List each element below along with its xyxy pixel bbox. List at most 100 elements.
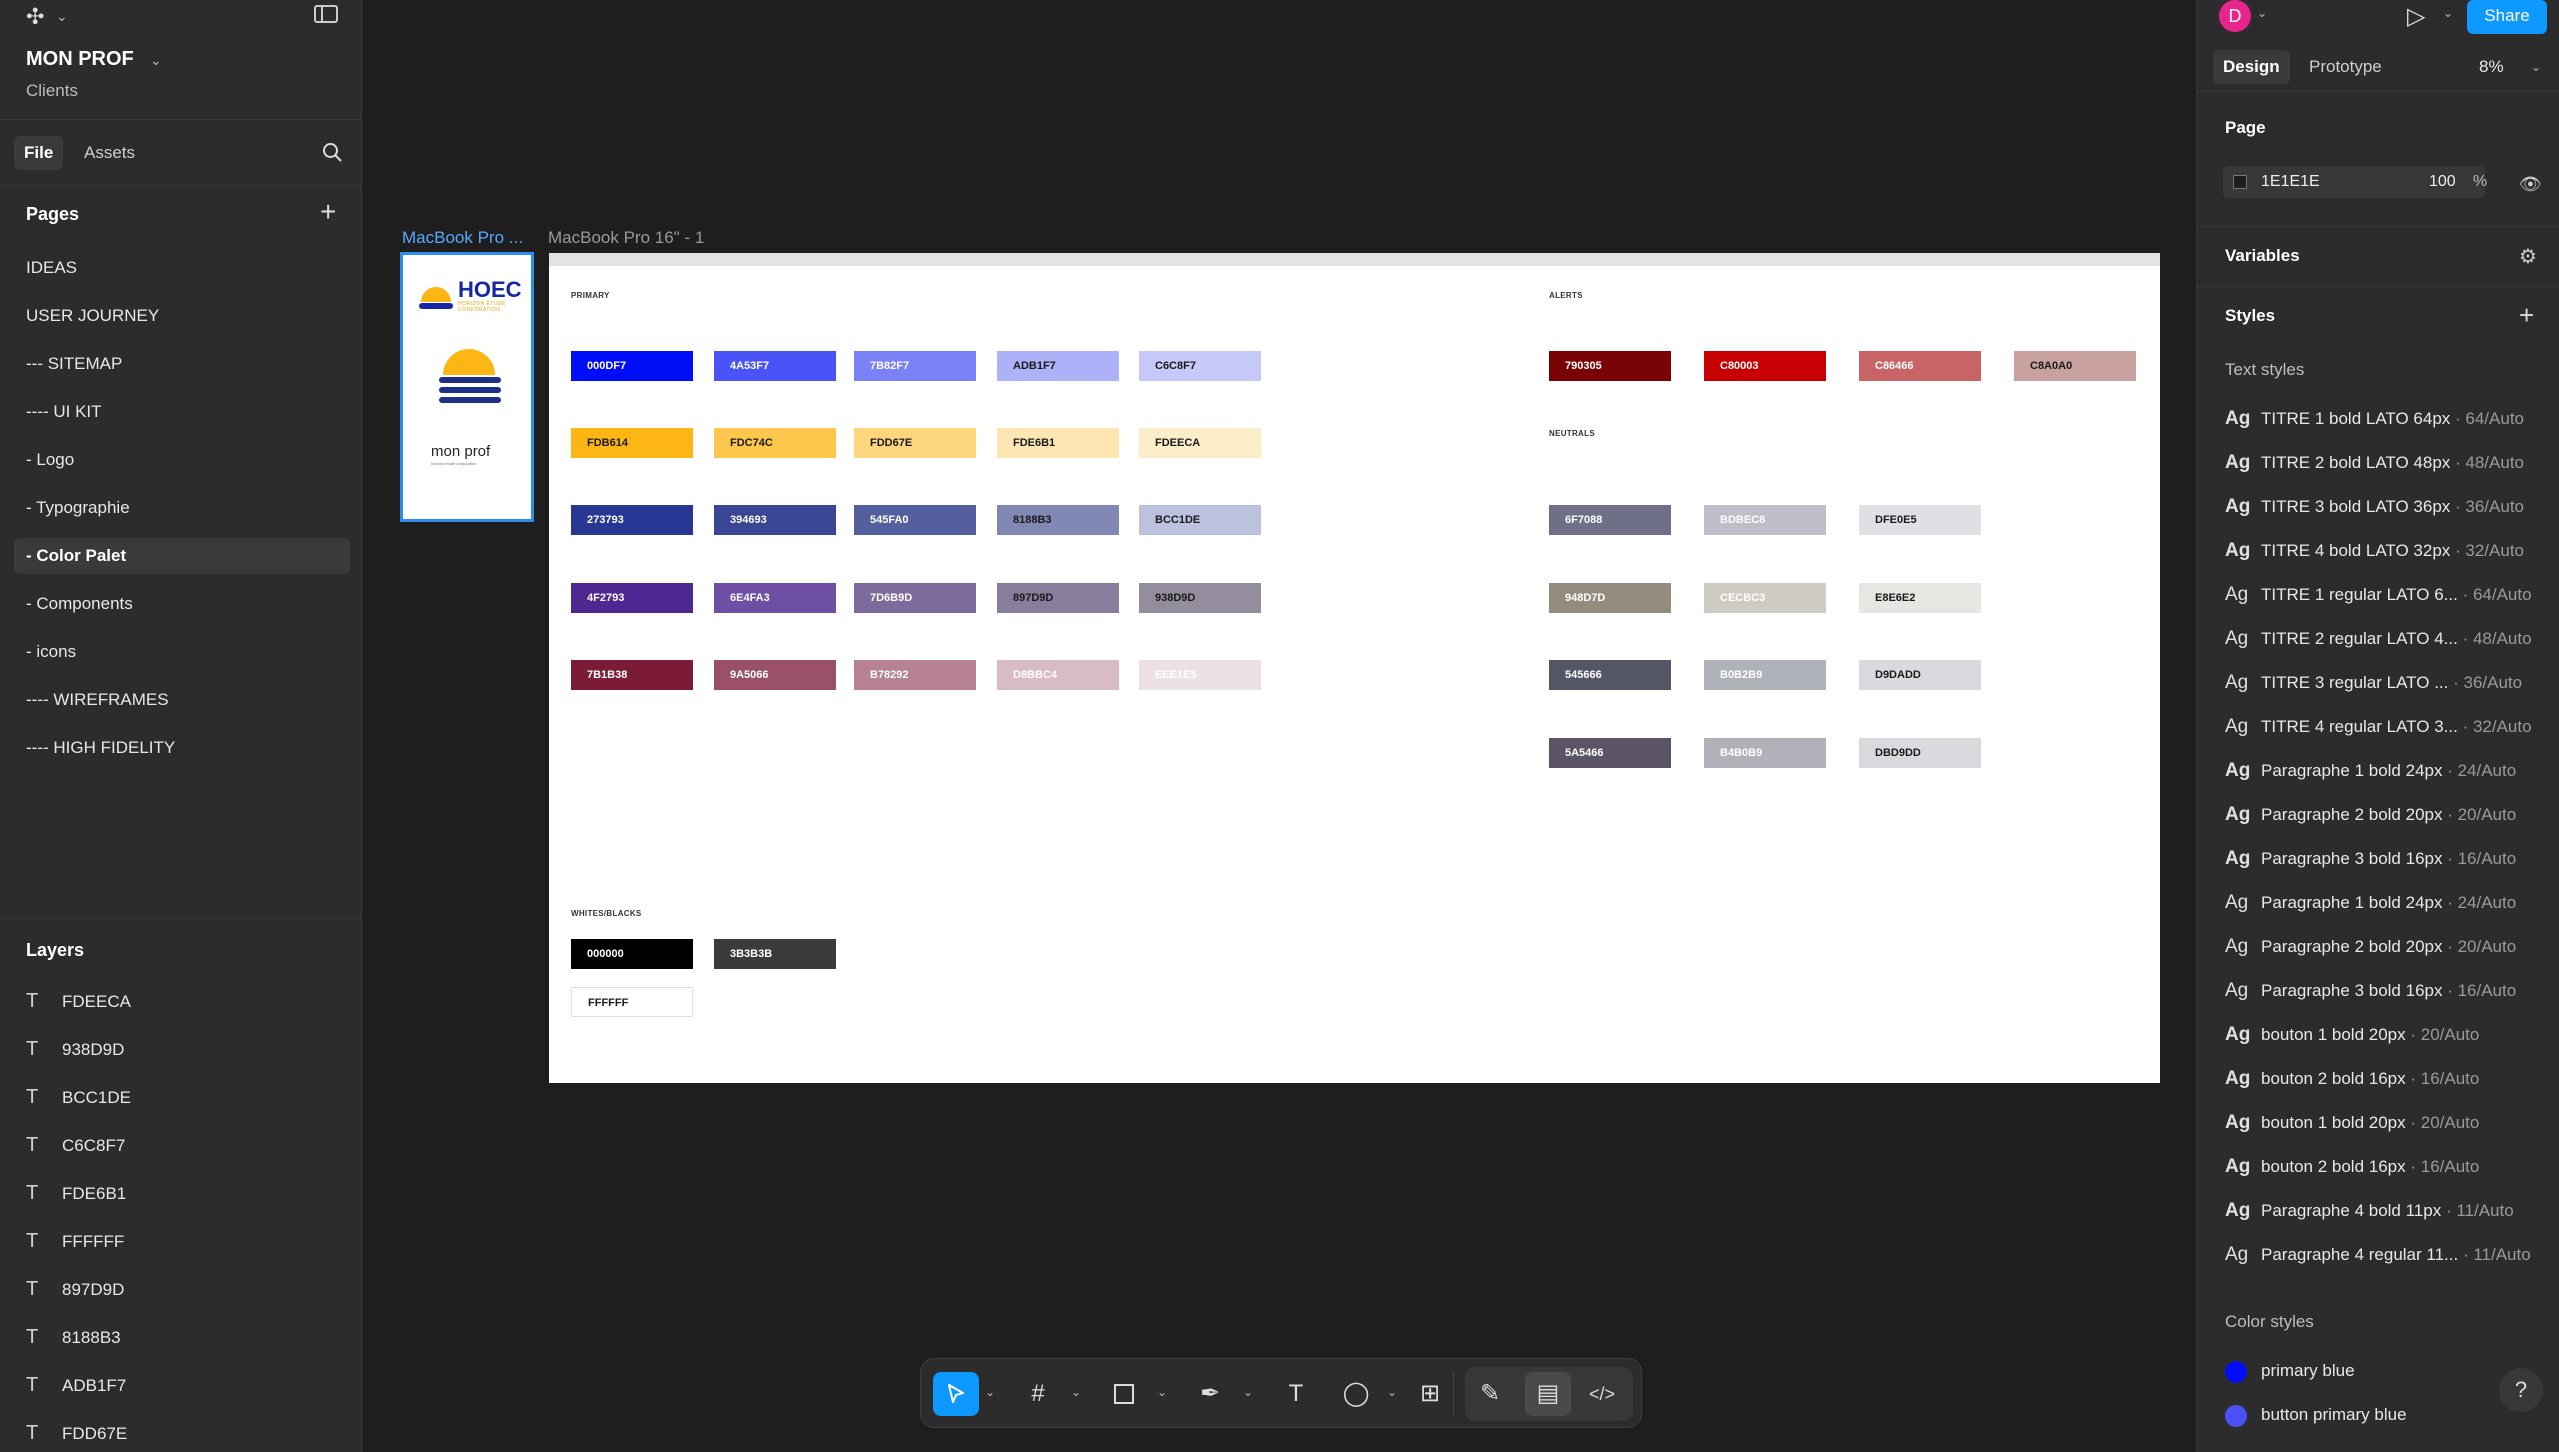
help-button[interactable]: ? — [2499, 1368, 2543, 1412]
color-swatch[interactable]: 394693 — [714, 505, 836, 535]
color-swatch[interactable]: 9A5066 — [714, 660, 836, 690]
search-icon[interactable] — [322, 142, 342, 162]
page-color-swatch[interactable] — [2233, 175, 2247, 189]
color-swatch[interactable]: 273793 — [571, 505, 693, 535]
tab-prototype[interactable]: Prototype — [2309, 57, 2382, 77]
color-swatch[interactable]: C8A0A0 — [2014, 351, 2136, 381]
color-swatch[interactable]: 3B3B3B — [714, 939, 836, 969]
color-palette-frame[interactable]: PRIMARY ALERTS NEUTRALS WHITES/BLACKS 00… — [549, 253, 2160, 1083]
comment-tool-icon[interactable]: ◯ — [1333, 1372, 1379, 1416]
page-item[interactable]: IDEAS — [14, 250, 350, 286]
color-swatch[interactable]: FDD67E — [854, 428, 976, 458]
color-swatch[interactable]: 897D9D — [997, 583, 1119, 613]
color-swatch[interactable]: FFFFFF — [571, 987, 693, 1017]
actions-tool-icon[interactable]: ⊞ — [1407, 1372, 1453, 1416]
page-item[interactable]: - Components — [14, 586, 350, 622]
chevron-down-icon[interactable]: ⌄ — [1387, 1385, 1397, 1399]
text-style-item[interactable]: Ag TITRE 3 bold LATO 36px · 36/Auto — [2225, 494, 2524, 520]
color-swatch[interactable]: B78292 — [854, 660, 976, 690]
text-style-item[interactable]: Ag Paragraphe 2 bold 20px · 20/Auto — [2225, 802, 2516, 828]
chevron-down-icon[interactable]: ⌄ — [2257, 6, 2267, 20]
color-swatch[interactable]: DFE0E5 — [1859, 505, 1981, 535]
text-style-item[interactable]: Ag TITRE 1 regular LATO 6... · 64/Auto — [2225, 582, 2532, 608]
layer-item[interactable]: T C6C8F7 — [26, 1130, 125, 1160]
canvas[interactable]: MacBook Pro ... MacBook Pro 16" - 1 HOEC… — [362, 0, 2196, 1452]
layer-item[interactable]: T BCC1DE — [26, 1082, 131, 1112]
color-swatch[interactable]: FDB614 — [571, 428, 693, 458]
dev-mode-icon[interactable]: </> — [1579, 1372, 1625, 1416]
page-color-hex[interactable]: 1E1E1E — [2261, 173, 2320, 191]
text-style-item[interactable]: Ag Paragraphe 3 bold 16px · 16/Auto — [2225, 978, 2516, 1004]
variables-settings-icon[interactable]: ⚙ — [2519, 244, 2537, 269]
layer-item[interactable]: T 8188B3 — [26, 1322, 121, 1352]
team-name[interactable]: Clients — [26, 81, 78, 101]
color-swatch[interactable]: 000000 — [571, 939, 693, 969]
share-button[interactable]: Share — [2467, 0, 2547, 34]
chevron-down-icon[interactable]: ⌄ — [56, 8, 68, 25]
color-swatch[interactable]: 8188B3 — [997, 505, 1119, 535]
page-item[interactable]: - Logo — [14, 442, 350, 478]
text-style-item[interactable]: Ag Paragraphe 3 bold 16px · 16/Auto — [2225, 846, 2516, 872]
color-swatch[interactable]: FDC74C — [714, 428, 836, 458]
color-swatch[interactable]: ADB1F7 — [997, 351, 1119, 381]
color-swatch[interactable]: 5A5466 — [1549, 738, 1671, 768]
page-color-opacity[interactable]: 100 — [2429, 173, 2456, 191]
color-swatch[interactable]: 7B82F7 — [854, 351, 976, 381]
text-tool-icon[interactable]: T — [1273, 1372, 1319, 1416]
color-swatch[interactable]: C86466 — [1859, 351, 1981, 381]
pen-tool-icon[interactable]: ✒ — [1187, 1372, 1233, 1416]
tab-design[interactable]: Design — [2213, 50, 2290, 84]
draw-mode-icon[interactable]: ✎ — [1467, 1372, 1513, 1416]
chevron-down-icon[interactable]: ⌄ — [150, 52, 162, 69]
text-style-item[interactable]: Ag TITRE 2 regular LATO 4... · 48/Auto — [2225, 626, 2532, 652]
present-play-icon[interactable]: ▷ — [2407, 2, 2425, 31]
page-item[interactable]: ---- UI KIT — [14, 394, 350, 430]
chevron-down-icon[interactable]: ⌄ — [1157, 1385, 1167, 1399]
zoom-level[interactable]: 8% — [2479, 57, 2504, 77]
text-style-item[interactable]: Ag Paragraphe 2 bold 20px · 20/Auto — [2225, 934, 2516, 960]
color-swatch[interactable]: 4A53F7 — [714, 351, 836, 381]
color-swatch[interactable]: C80003 — [1704, 351, 1826, 381]
color-style-item[interactable]: button primary blue — [2225, 1402, 2407, 1428]
text-style-item[interactable]: Ag Paragraphe 4 regular 11... · 11/Auto — [2225, 1242, 2531, 1268]
text-style-item[interactable]: Ag Paragraphe 1 bold 24px · 24/Auto — [2225, 758, 2516, 784]
frame-tool-icon[interactable]: # — [1015, 1372, 1061, 1416]
text-style-item[interactable]: Ag bouton 2 bold 16px · 16/Auto — [2225, 1154, 2479, 1180]
color-swatch[interactable]: EEE1E5 — [1139, 660, 1261, 690]
rectangle-tool-icon[interactable] — [1101, 1372, 1147, 1416]
text-style-item[interactable]: Ag bouton 2 bold 16px · 16/Auto — [2225, 1066, 2479, 1092]
text-style-item[interactable]: Ag bouton 1 bold 20px · 20/Auto — [2225, 1022, 2479, 1048]
eye-icon[interactable]: 👁 — [2519, 174, 2542, 195]
tab-assets[interactable]: Assets — [84, 143, 135, 163]
color-swatch[interactable]: 6E4FA3 — [714, 583, 836, 613]
avatar[interactable]: D — [2219, 0, 2251, 32]
chevron-down-icon[interactable]: ⌄ — [1071, 1385, 1081, 1399]
move-tool-icon[interactable] — [933, 1372, 979, 1416]
color-swatch[interactable]: D8BBC4 — [997, 660, 1119, 690]
page-item[interactable]: ---- WIREFRAMES — [14, 682, 350, 718]
color-swatch[interactable]: 4F2793 — [571, 583, 693, 613]
layer-item[interactable]: T FDEECA — [26, 986, 131, 1016]
color-swatch[interactable]: 948D7D — [1549, 583, 1671, 613]
color-swatch[interactable]: 6F7088 — [1549, 505, 1671, 535]
color-swatch[interactable]: 545FA0 — [854, 505, 976, 535]
color-swatch[interactable]: 7B1B38 — [571, 660, 693, 690]
figma-menu-icon[interactable]: ✣ — [26, 4, 44, 30]
text-style-item[interactable]: Ag bouton 1 bold 20px · 20/Auto — [2225, 1110, 2479, 1136]
frame-label-main[interactable]: MacBook Pro 16" - 1 — [548, 228, 704, 248]
page-background-field[interactable]: 1E1E1E 100 % — [2223, 166, 2487, 198]
frame-label-selected[interactable]: MacBook Pro ... — [402, 228, 523, 248]
color-swatch[interactable]: D9DADD — [1859, 660, 1981, 690]
chevron-down-icon[interactable]: ⌄ — [985, 1385, 995, 1399]
color-swatch[interactable]: B0B2B9 — [1704, 660, 1826, 690]
color-swatch[interactable]: CECBC3 — [1704, 583, 1826, 613]
color-swatch[interactable]: DBD9DD — [1859, 738, 1981, 768]
color-swatch[interactable]: 545666 — [1549, 660, 1671, 690]
add-page-icon[interactable]: + — [320, 196, 336, 228]
chevron-down-icon[interactable]: ⌄ — [2443, 6, 2453, 20]
variables-title[interactable]: Variables — [2225, 246, 2300, 266]
color-swatch[interactable]: 938D9D — [1139, 583, 1261, 613]
text-style-item[interactable]: Ag TITRE 4 bold LATO 32px · 32/Auto — [2225, 538, 2524, 564]
text-style-item[interactable]: Ag TITRE 4 regular LATO 3... · 32/Auto — [2225, 714, 2532, 740]
color-swatch[interactable]: 000DF7 — [571, 351, 693, 381]
